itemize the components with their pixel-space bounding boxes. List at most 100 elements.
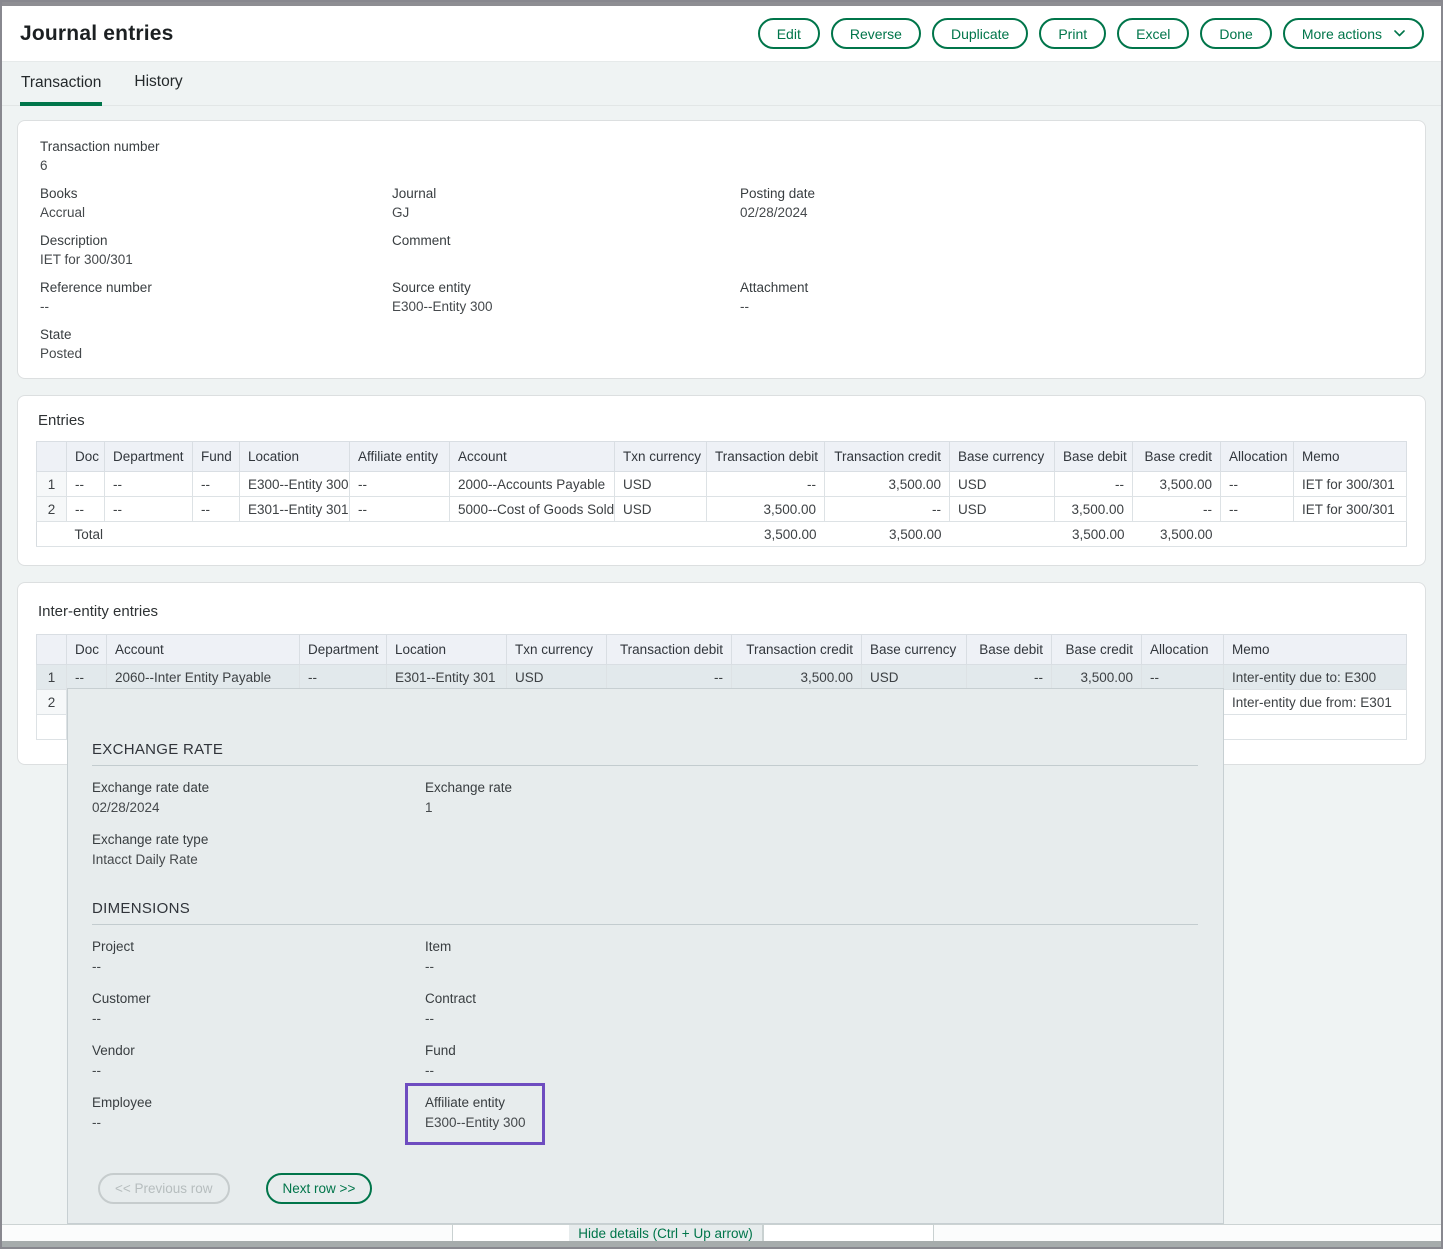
toolbar: Edit Reverse Duplicate Print Excel Done … <box>758 18 1424 49</box>
table-cell <box>1224 715 1407 740</box>
field-description: Description IET for 300/301 <box>40 233 392 268</box>
field-customer: Customer -- <box>92 991 425 1027</box>
column-header: Base currency <box>950 442 1055 472</box>
field-vendor: Vendor -- <box>92 1043 425 1079</box>
table-cell <box>105 522 193 547</box>
field-transaction-number: Transaction number 6 <box>40 139 392 174</box>
print-button[interactable]: Print <box>1039 18 1106 49</box>
field-label: Project <box>92 939 425 954</box>
table-cell: -- <box>707 472 825 497</box>
field-label: Vendor <box>92 1043 425 1058</box>
column-header: Base credit <box>1052 635 1142 665</box>
table-cell: 3,500.00 <box>707 497 825 522</box>
transaction-details-card: Transaction number 6 Books Accrual Journ… <box>17 120 1426 379</box>
table-cell <box>193 522 240 547</box>
field-label: Fund <box>425 1043 1198 1058</box>
table-cell: -- <box>967 665 1052 690</box>
field-label: Affiliate entity <box>425 1095 526 1110</box>
column-header: Base currency <box>862 635 967 665</box>
field-label: Attachment <box>740 280 1403 295</box>
column-header: Allocation <box>1221 442 1294 472</box>
field-label: Description <box>40 233 392 248</box>
field-employee: Employee -- <box>92 1095 425 1145</box>
more-actions-label: More actions <box>1302 26 1382 42</box>
column-header: Department <box>300 635 387 665</box>
column-header: Affiliate entity <box>350 442 450 472</box>
table-row[interactable]: 1------E300--Entity 300--2000--Accounts … <box>37 472 1407 497</box>
table-cell: Inter-entity due from: E301 <box>1224 690 1407 715</box>
table-cell: -- <box>607 665 732 690</box>
column-header: Memo <box>1294 442 1407 472</box>
field-label: Employee <box>92 1095 425 1110</box>
table-cell: -- <box>193 472 240 497</box>
field-label: Transaction number <box>40 139 392 154</box>
table-cell: 3,500.00 <box>1133 522 1221 547</box>
table-cell: IET for 300/301 <box>1294 497 1407 522</box>
table-cell: -- <box>350 497 450 522</box>
field-label: Comment <box>392 233 740 248</box>
field-value: 02/28/2024 <box>740 205 1403 221</box>
next-row-button[interactable]: Next row >> <box>266 1173 373 1204</box>
table-cell: 3,500.00 <box>1055 497 1133 522</box>
field-label: Source entity <box>392 280 740 295</box>
chevron-down-icon <box>1394 30 1405 37</box>
table-cell: -- <box>105 472 193 497</box>
field-value: -- <box>92 1011 425 1027</box>
previous-row-button[interactable]: << Previous row <box>98 1173 230 1204</box>
page-title: Journal entries <box>20 22 174 46</box>
table-cell: -- <box>300 665 387 690</box>
table-cell: 2 <box>37 497 67 522</box>
column-header: Transaction credit <box>732 635 862 665</box>
field-value: -- <box>425 1063 1198 1079</box>
more-actions-button[interactable]: More actions <box>1283 18 1424 49</box>
table-cell: USD <box>507 665 607 690</box>
tab-transaction[interactable]: Transaction <box>20 74 102 106</box>
table-cell: USD <box>950 472 1055 497</box>
affiliate-entity-highlight-box: Affiliate entity E300--Entity 300 <box>405 1083 545 1145</box>
field-label: Exchange rate <box>425 780 1198 795</box>
table-cell: USD <box>615 497 707 522</box>
table-cell <box>950 522 1055 547</box>
field-value: Posted <box>40 346 392 362</box>
duplicate-button[interactable]: Duplicate <box>932 18 1028 49</box>
tab-history[interactable]: History <box>133 73 183 105</box>
dimensions-heading: DIMENSIONS <box>92 900 1198 917</box>
excel-button[interactable]: Excel <box>1117 18 1189 49</box>
section-divider <box>92 924 1198 925</box>
edit-button[interactable]: Edit <box>758 18 820 49</box>
table-cell: E301--Entity 301 <box>240 497 350 522</box>
field-label: Posting date <box>740 186 1403 201</box>
table-cell <box>240 522 350 547</box>
inter-entity-title: Inter-entity entries <box>38 603 1407 620</box>
reverse-button[interactable]: Reverse <box>831 18 921 49</box>
field-exchange-rate: Exchange rate 1 <box>425 780 1198 816</box>
field-source-entity: Source entity E300--Entity 300 <box>392 280 740 315</box>
exchange-rate-heading: EXCHANGE RATE <box>92 741 1198 758</box>
table-cell: E300--Entity 300 <box>240 472 350 497</box>
table-cell: -- <box>1142 665 1224 690</box>
field-exchange-rate-type: Exchange rate type Intacct Daily Rate <box>92 832 425 868</box>
field-label: Books <box>40 186 392 201</box>
table-cell: -- <box>67 472 105 497</box>
column-header: Base debit <box>1055 442 1133 472</box>
table-cell <box>37 522 67 547</box>
done-button[interactable]: Done <box>1200 18 1271 49</box>
field-label: Item <box>425 939 1198 954</box>
window-chrome-bottom <box>2 1241 1441 1247</box>
entries-title: Entries <box>38 412 1407 429</box>
dimensions-fields: Project -- Item -- Customer -- Contract … <box>92 939 1198 1145</box>
table-cell: 3,500.00 <box>825 522 950 547</box>
field-value: -- <box>92 959 425 975</box>
entry-detail-panel-content: EXCHANGE RATE Exchange rate date 02/28/2… <box>68 741 1223 1204</box>
column-header: Transaction credit <box>825 442 950 472</box>
total-row: Total3,500.003,500.003,500.003,500.00 <box>37 522 1407 547</box>
field-value: 1 <box>425 800 1198 816</box>
table-row[interactable]: 2------E301--Entity 301--5000--Cost of G… <box>37 497 1407 522</box>
column-header <box>37 635 67 665</box>
field-label: Exchange rate date <box>92 780 425 795</box>
table-cell: 3,500.00 <box>1133 472 1221 497</box>
field-attachment: Attachment -- <box>740 280 1403 315</box>
table-row[interactable]: 1--2060--Inter Entity Payable--E301--Ent… <box>37 665 1407 690</box>
field-label: Reference number <box>40 280 392 295</box>
table-cell: -- <box>67 665 107 690</box>
